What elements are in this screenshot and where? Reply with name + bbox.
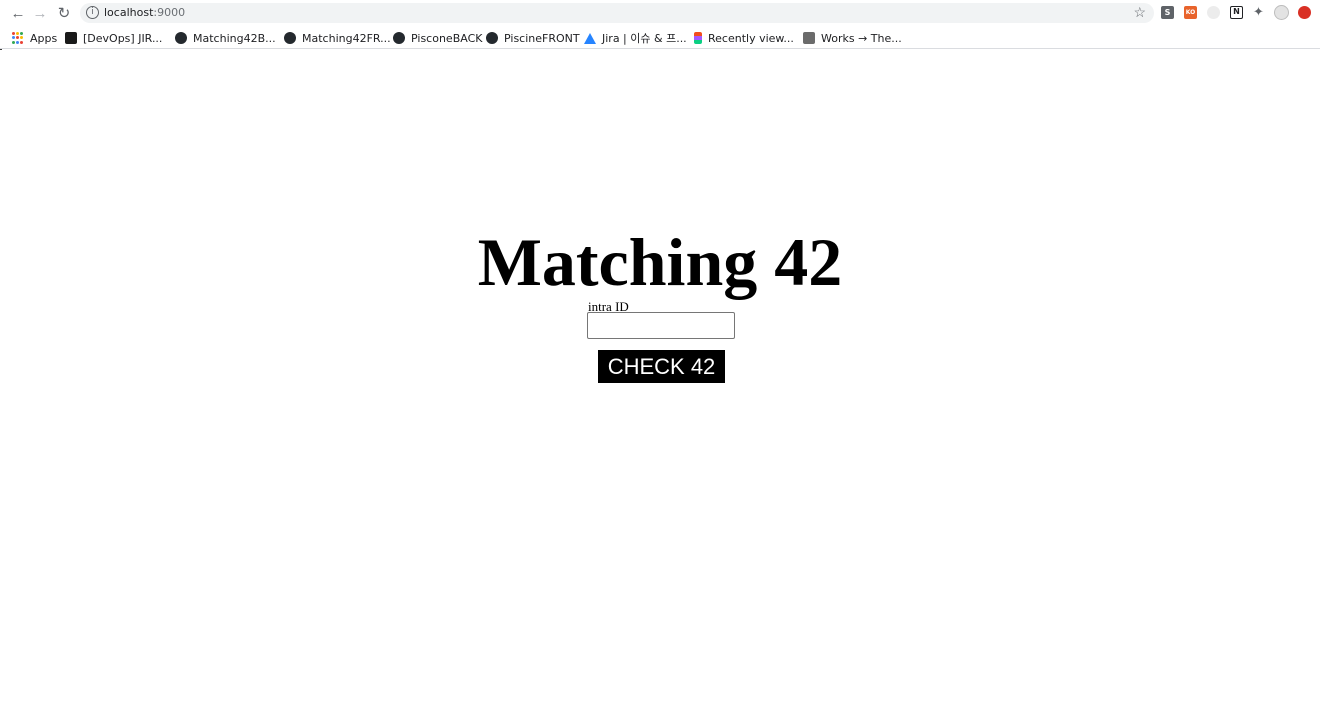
- jira-icon: [584, 32, 596, 44]
- github-icon: [393, 32, 405, 44]
- bookmark-apps[interactable]: Apps: [12, 30, 57, 46]
- bookmark-label: Jira | 이슈 & 프...: [602, 32, 687, 45]
- intra-id-input[interactable]: [587, 312, 735, 339]
- bookmark-label: Recently view...: [708, 31, 794, 45]
- github-icon: [284, 32, 296, 44]
- figma-icon: [694, 32, 702, 44]
- bookmark-star-icon[interactable]: ☆: [1133, 4, 1146, 21]
- forward-arrow-icon[interactable]: →: [30, 4, 50, 22]
- bookmarks-bar: Apps [DevOps] JIR... Matching42B... Matc…: [0, 26, 1320, 49]
- bookmark-label: Matching42B...: [193, 31, 276, 45]
- devops-icon: [65, 32, 77, 44]
- check-42-button[interactable]: CHECK 42: [598, 350, 725, 383]
- bookmark-devops-jira[interactable]: [DevOps] JIR...: [65, 30, 162, 46]
- bookmark-label: [DevOps] JIR...: [83, 31, 163, 45]
- notion-icon: [803, 32, 815, 44]
- address-bar[interactable]: i localhost:9000 ☆: [80, 3, 1154, 23]
- page-title: Matching 42: [477, 224, 843, 300]
- github-icon: [486, 32, 498, 44]
- bookmark-matching42-back[interactable]: Matching42B...: [175, 30, 276, 46]
- bookmark-works[interactable]: Works → The...: [803, 30, 902, 46]
- orange-extension-icon[interactable]: KO: [1184, 6, 1197, 19]
- bookmark-recently-viewed[interactable]: Recently view...: [694, 30, 794, 46]
- bookmark-label: Apps: [30, 31, 58, 45]
- github-icon: [175, 32, 187, 44]
- bookmark-label: PiscineFRONT: [504, 31, 580, 45]
- site-info-icon[interactable]: i: [86, 6, 99, 19]
- bookmark-jira-issues[interactable]: Jira | 이슈 & 프...: [584, 30, 687, 46]
- puzzle-extensions-icon[interactable]: ✦: [1252, 6, 1265, 19]
- profile-avatar-icon[interactable]: [1274, 5, 1289, 20]
- bookmark-piscine-front[interactable]: PiscineFRONT: [486, 30, 580, 46]
- page-content: Matching 42 intra ID CHECK 42: [0, 50, 1320, 725]
- cat-extension-icon[interactable]: [1207, 6, 1220, 19]
- notion-extension-icon[interactable]: N: [1230, 6, 1243, 19]
- bookmark-label: PisconeBACK: [411, 31, 483, 45]
- s-extension-icon[interactable]: S: [1161, 6, 1174, 19]
- red-extension-icon[interactable]: [1298, 6, 1311, 19]
- url-text[interactable]: localhost:9000: [104, 6, 185, 19]
- bookmark-piscone-back[interactable]: PisconeBACK: [393, 30, 482, 46]
- browser-toolbar: ← → ↻ i localhost:9000 ☆ S KO N ✦: [0, 0, 1320, 26]
- reload-icon[interactable]: ↻: [54, 4, 74, 22]
- apps-grid-icon: [12, 32, 24, 44]
- back-arrow-icon[interactable]: ←: [8, 4, 28, 22]
- bookmark-matching42-front[interactable]: Matching42FR...: [284, 30, 391, 46]
- bookmark-label: Matching42FR...: [302, 31, 391, 45]
- bookmark-label: Works → The...: [821, 31, 902, 45]
